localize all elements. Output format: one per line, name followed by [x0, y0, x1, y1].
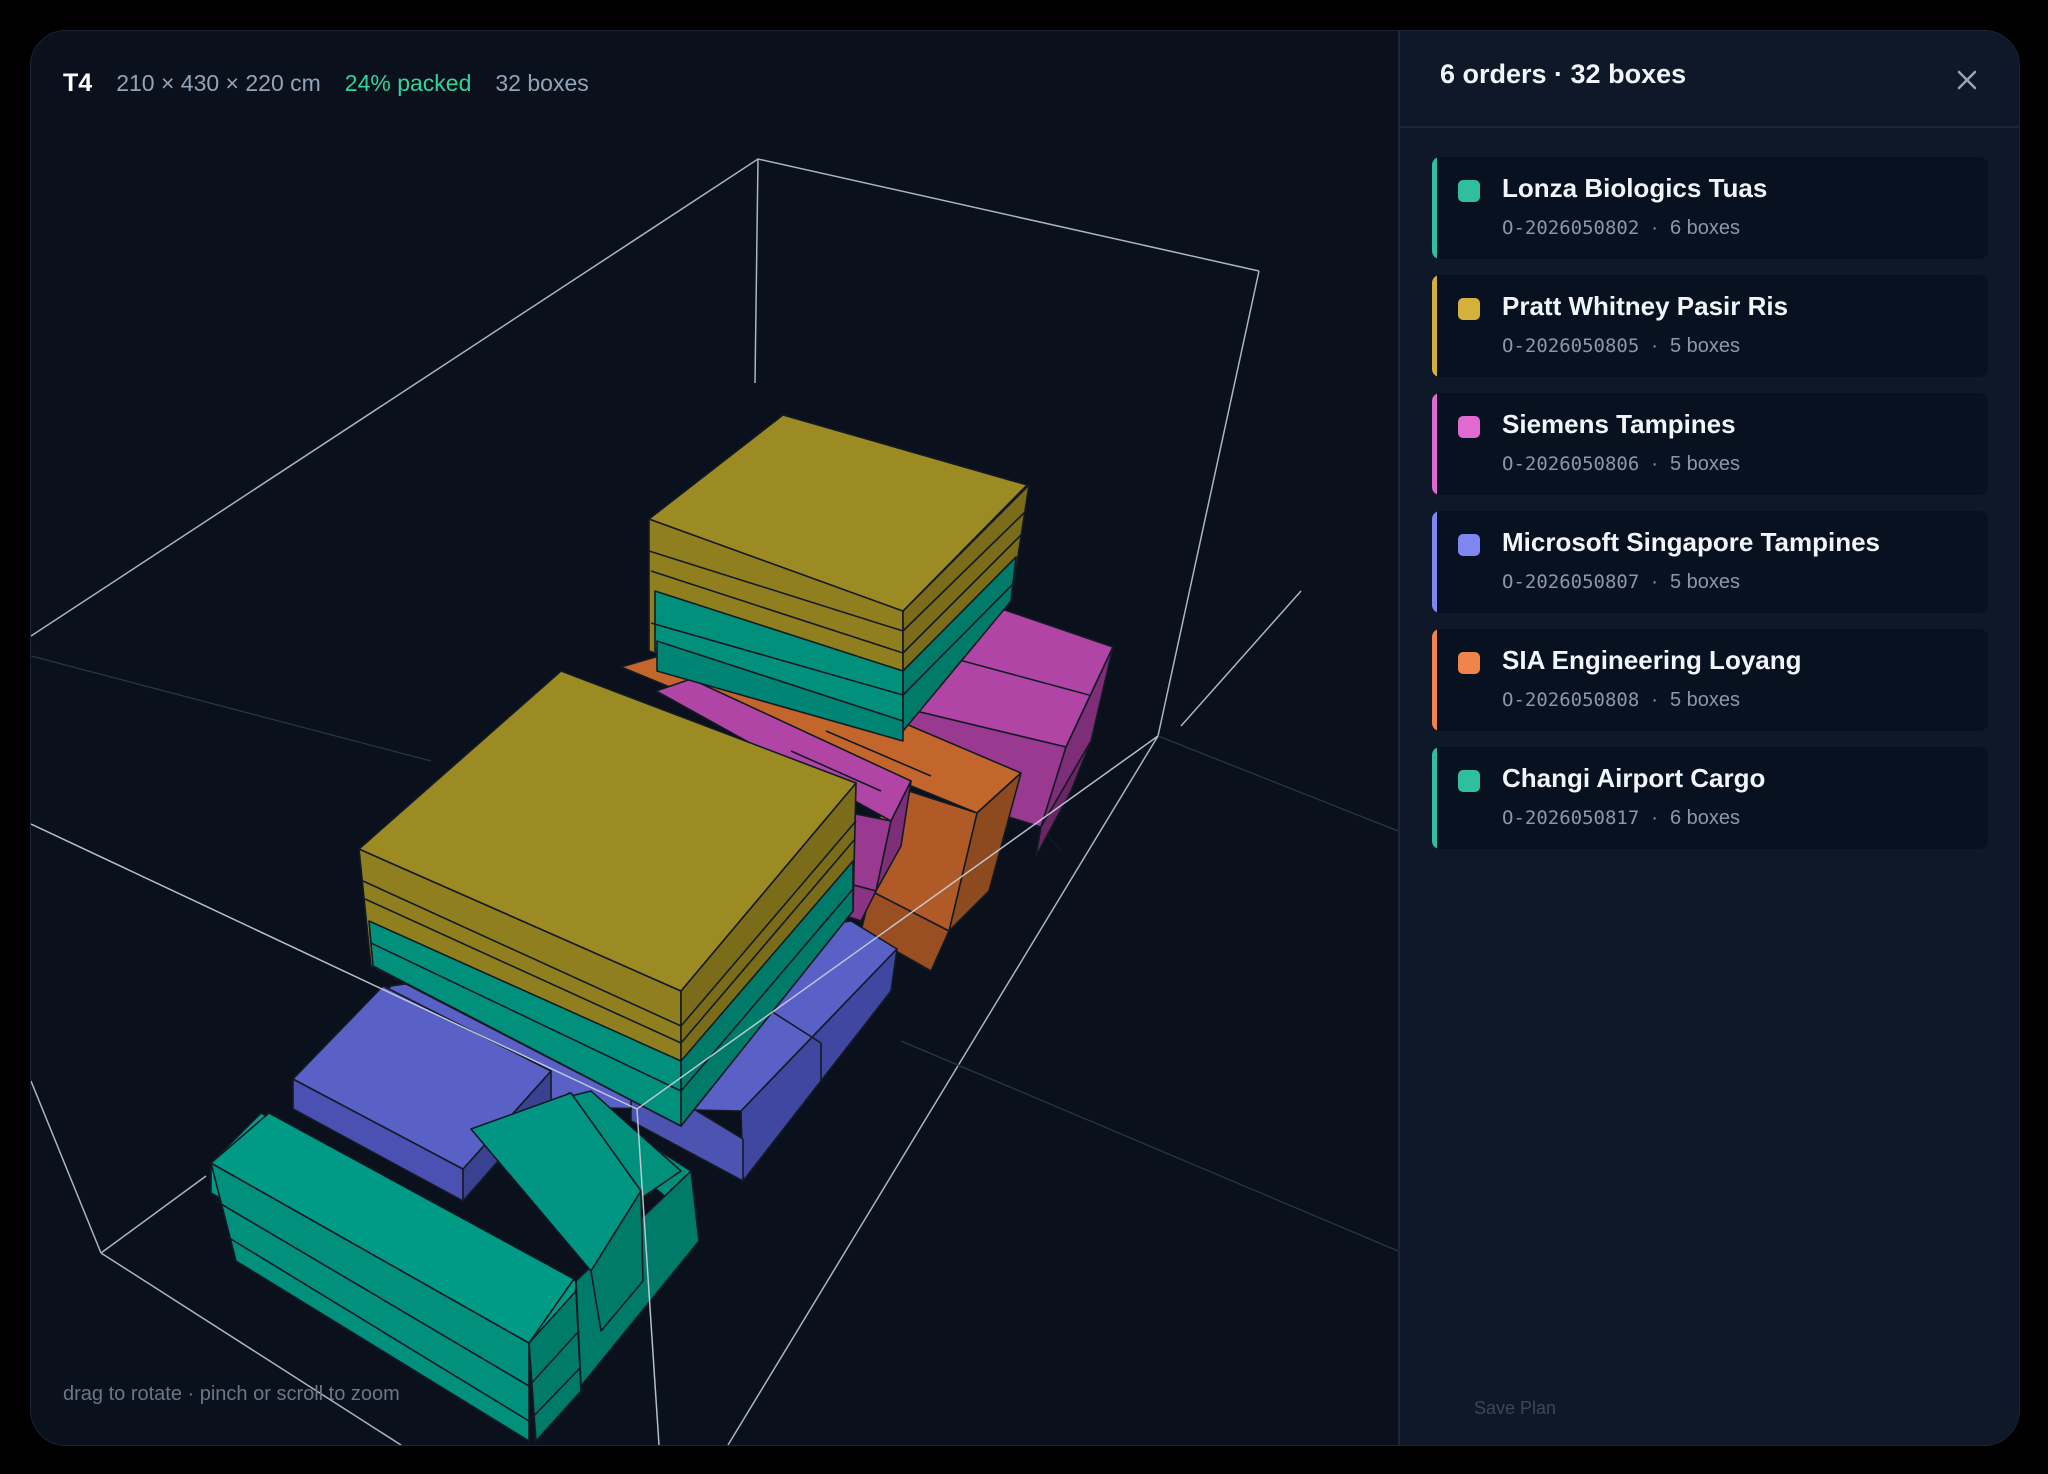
order-code: O-2026050807 — [1502, 571, 1640, 593]
order-color-swatch — [1458, 534, 1480, 556]
order-name: Lonza Biologics Tuas — [1502, 173, 1768, 203]
order-meta: O-2026050805 · 5 boxes — [1502, 335, 1740, 358]
order-accent — [1432, 275, 1437, 377]
order-accent — [1432, 747, 1437, 849]
panel-header: 6 orders · 32 boxes — [1400, 31, 2019, 128]
order-separator: · — [1651, 453, 1658, 475]
order-meta: O-2026050807 · 5 boxes — [1502, 571, 1740, 594]
truck-dimensions: 210 × 430 × 220 cm — [116, 70, 321, 96]
order-separator: · — [1651, 689, 1658, 711]
interaction-hint: drag to rotate · pinch or scroll to zoom — [63, 1383, 400, 1405]
order-card-sia[interactable]: SIA Engineering Loyang O-2026050808 · 5 bo… — [1432, 629, 1988, 731]
order-separator: · — [1651, 807, 1658, 829]
order-list: Lonza Biologics Tuas O-2026050802 · 6 boxe… — [1432, 157, 1988, 865]
order-card-pratt-whitney[interactable]: Pratt Whitney Pasir Ris O-2026050805 · 5 b… — [1432, 275, 1988, 377]
order-box-count: 5 boxes — [1669, 689, 1741, 711]
order-color-swatch — [1458, 180, 1480, 202]
order-box-count: 5 boxes — [1669, 335, 1741, 357]
background-save-button-ghost: Save Plan — [1474, 1398, 1557, 1418]
order-color-swatch — [1458, 298, 1480, 320]
order-separator: · — [1651, 571, 1658, 593]
order-name: Changi Airport Cargo — [1502, 763, 1766, 793]
order-color-swatch — [1458, 652, 1480, 674]
packed-percentage: 24% packed — [344, 70, 472, 96]
orders-panel: 6 orders · 32 boxes Lonza Biologics Tuas… — [1398, 31, 2019, 1445]
order-box-count: 6 boxes — [1669, 217, 1741, 239]
order-box-count: 6 boxes — [1669, 807, 1741, 829]
order-color-swatch — [1458, 770, 1480, 792]
order-name: Microsoft Singapore Tampines — [1502, 527, 1881, 557]
order-name: Pratt Whitney Pasir Ris — [1502, 291, 1789, 321]
3d-viewport[interactable]: T4 210 × 430 × 220 cm 24% packed 32 boxe… — [31, 31, 1398, 1445]
cargo-boxes — [210, 414, 1114, 1442]
close-icon — [1957, 70, 1977, 90]
load-plan-modal: T4 210 × 430 × 220 cm 24% packed 32 boxe… — [30, 30, 2020, 1446]
order-code: O-2026050808 — [1502, 689, 1640, 711]
order-meta: O-2026050808 · 5 boxes — [1502, 689, 1740, 712]
panel-title: 6 orders · 32 boxes — [1440, 59, 1687, 89]
order-meta: O-2026050802 · 6 boxes — [1502, 217, 1740, 240]
order-separator: · — [1651, 217, 1658, 239]
order-meta: O-2026050817 · 6 boxes — [1502, 807, 1740, 830]
order-separator: · — [1651, 335, 1658, 357]
truck-id: T4 — [63, 69, 93, 97]
order-accent — [1432, 511, 1437, 613]
order-meta: O-2026050806 · 5 boxes — [1502, 453, 1740, 476]
order-accent — [1432, 393, 1437, 495]
close-button[interactable] — [1948, 61, 1986, 99]
order-code: O-2026050806 — [1502, 453, 1640, 475]
order-code: O-2026050805 — [1502, 335, 1640, 357]
order-card-changi[interactable]: Changi Airport Cargo O-2026050817 · 6 boxe… — [1432, 747, 1988, 849]
order-card-lonza[interactable]: Lonza Biologics Tuas O-2026050802 · 6 boxe… — [1432, 157, 1988, 259]
order-card-siemens[interactable]: Siemens Tampines O-2026050806 · 5 boxes — [1432, 393, 1988, 495]
truck-3d-scene[interactable] — [31, 31, 1398, 1445]
order-color-swatch — [1458, 416, 1480, 438]
box-count: 32 boxes — [495, 70, 589, 96]
order-code: O-2026050817 — [1502, 807, 1640, 829]
order-box-count: 5 boxes — [1669, 453, 1741, 475]
order-accent — [1432, 157, 1437, 259]
order-card-microsoft[interactable]: Microsoft Singapore Tampines O-202605080… — [1432, 511, 1988, 613]
order-name: Siemens Tampines — [1502, 409, 1736, 439]
order-box-count: 5 boxes — [1669, 571, 1741, 593]
order-code: O-2026050802 — [1502, 217, 1640, 239]
truck-info-bar: T4 210 × 430 × 220 cm 24% packed 32 boxe… — [63, 69, 589, 98]
order-accent — [1432, 629, 1437, 731]
order-name: SIA Engineering Loyang — [1502, 645, 1802, 675]
